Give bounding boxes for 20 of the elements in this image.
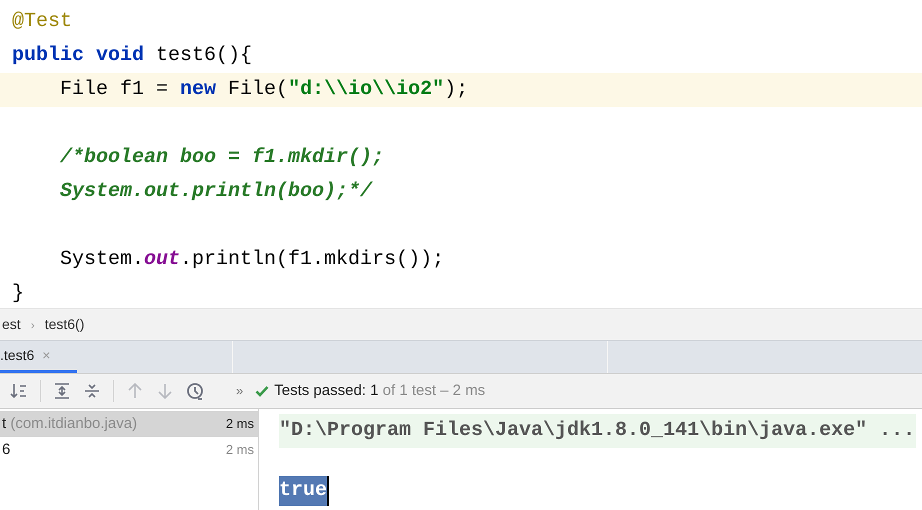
- breadcrumb-item[interactable]: est: [2, 314, 21, 335]
- code-line: System.out.println(f1.mkdirs());: [60, 247, 444, 273]
- sort-icon[interactable]: [10, 382, 28, 400]
- console-output: true: [279, 476, 330, 506]
- more-button[interactable]: »: [236, 381, 244, 401]
- clock-icon[interactable]: [186, 382, 204, 400]
- code-line: @Test: [12, 9, 72, 35]
- collapse-all-icon[interactable]: [83, 382, 101, 400]
- check-icon: [255, 384, 270, 398]
- breadcrumb-item[interactable]: test6(): [44, 314, 84, 335]
- code-line: System.out.println(boo);*/: [60, 179, 372, 205]
- code-line: File f1 = new File("d:\\io\\io2");: [60, 77, 468, 103]
- code-line: /*boolean boo = f1.mkdir();: [60, 145, 384, 171]
- test-tree-row[interactable]: 6 2 ms: [0, 437, 258, 463]
- expand-all-icon[interactable]: [53, 382, 71, 400]
- code-line: }: [12, 281, 24, 307]
- code-line: public void test6(){: [12, 43, 252, 69]
- test-tree-row[interactable]: t (com.itdianbo.java) 2 ms: [0, 411, 258, 437]
- test-status: Tests passed: 1 of 1 test – 2 ms: [274, 380, 486, 401]
- breadcrumb-separator: ›: [30, 316, 35, 334]
